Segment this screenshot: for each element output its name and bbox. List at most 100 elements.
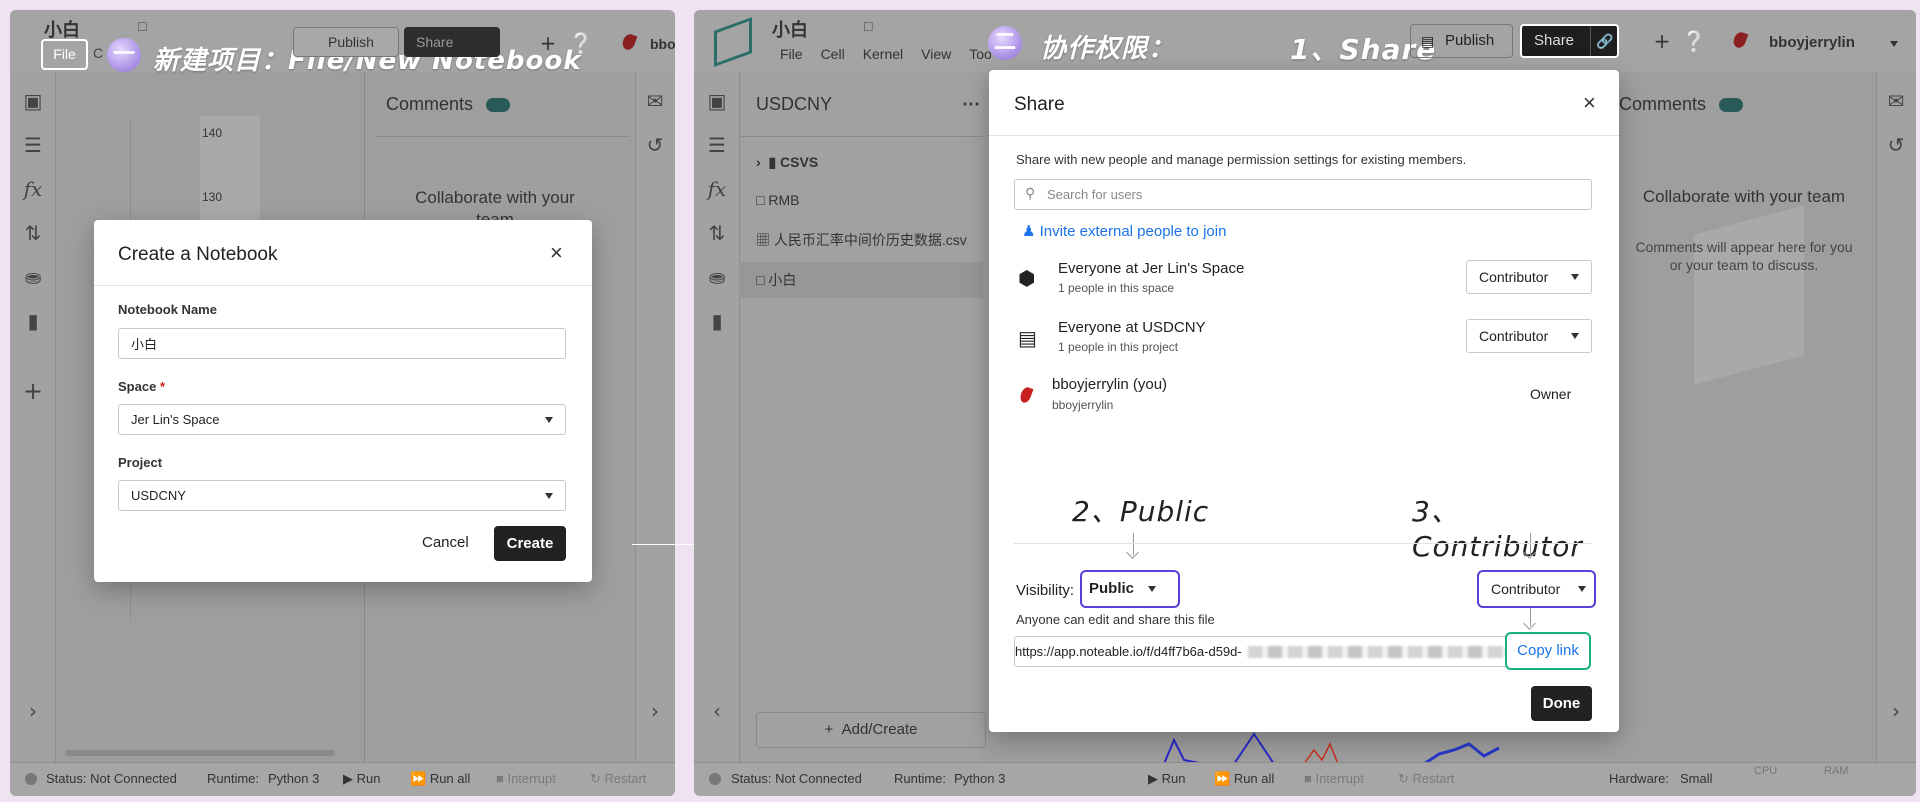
chevron-down-icon[interactable] <box>1890 41 1898 47</box>
publish-button[interactable]: ▤ Publish <box>1410 24 1513 58</box>
share-button[interactable]: Share <box>404 27 500 57</box>
run-button[interactable]: ▶ Run <box>1148 771 1185 787</box>
runtime-label: Runtime: <box>207 771 260 786</box>
close-icon[interactable]: × <box>550 240 563 266</box>
sidebar-title: USDCNY <box>756 94 833 114</box>
visibility-select[interactable]: Public <box>1080 570 1180 608</box>
files-icon[interactable]: ▣ <box>19 90 47 112</box>
visibility-role: Contributor <box>1491 581 1561 597</box>
function-icon[interactable]: fx <box>19 178 47 200</box>
ram-label: RAM <box>1824 765 1849 777</box>
file-item-csvs[interactable]: › ▮ CSVS <box>756 154 818 171</box>
step-two-annotation: 协作权限： <box>1040 34 1176 64</box>
invite-external-link[interactable]: ♟ Invite external people to join <box>1022 222 1226 240</box>
owner-role: Owner <box>1530 386 1572 402</box>
notebook-name-input[interactable]: 小白 <box>118 328 566 359</box>
member-role-select[interactable]: Contributor <box>1466 260 1592 294</box>
sliders-icon[interactable]: ⇅ <box>703 222 731 244</box>
menu-cell[interactable]: Cell <box>821 46 845 62</box>
expand-left-icon[interactable]: › <box>19 700 47 722</box>
chat-icon[interactable]: ✉ <box>1882 90 1910 112</box>
comments-desc-text: Comments will appear here for you or you… <box>1635 239 1853 273</box>
interrupt-button[interactable]: ■ Interrupt <box>496 771 556 786</box>
left-screenshot-panel: 小白 □ File C 一 新建项目：File/New Notebook Pub… <box>10 10 675 796</box>
modal-divider <box>989 135 1619 136</box>
contributor-annotation: 3、Contributor <box>1412 495 1583 563</box>
run-all-button[interactable]: ⏩ Run all <box>410 771 470 787</box>
collapse-icon[interactable]: ‹ <box>703 700 731 722</box>
file-menu[interactable]: File <box>41 39 88 70</box>
file-item-rmb[interactable]: □ RMB <box>756 192 799 208</box>
project-select[interactable]: USDCNY <box>118 480 566 511</box>
user-name[interactable]: bbo <box>650 36 675 52</box>
menu-view[interactable]: View <box>921 46 951 62</box>
done-button[interactable]: Done <box>1531 686 1592 721</box>
publish-button[interactable]: Publish <box>293 27 399 57</box>
file-item-csv[interactable]: ▦ 人民币汇率中间价历史数据.csv <box>756 230 967 250</box>
visibility-role-select[interactable]: Contributor <box>1477 570 1596 608</box>
add-icon[interactable]: + <box>19 379 47 403</box>
space-select[interactable]: Jer Lin's Space <box>118 404 566 435</box>
expand-right-icon[interactable]: › <box>1882 700 1910 722</box>
notebook-title: 小白 <box>772 20 808 40</box>
history-icon[interactable]: ↺ <box>1882 134 1910 156</box>
list-icon[interactable]: ☰ <box>19 134 47 156</box>
share-button[interactable]: Share 🔗 <box>1520 24 1619 58</box>
cancel-button[interactable]: Cancel <box>422 534 469 551</box>
chevron-down-icon <box>1571 333 1579 339</box>
comments-toggle[interactable] <box>486 98 510 112</box>
database-icon[interactable]: ⛂ <box>703 266 731 288</box>
icon-rail <box>10 72 56 762</box>
menu-file[interactable]: File <box>780 46 803 62</box>
menu-bar: File Cell Kernel View Tools <box>780 46 991 62</box>
run-button[interactable]: ▶ Run <box>343 771 380 787</box>
add-create-button[interactable]: + Add/Create <box>756 712 986 748</box>
expand-right-icon[interactable]: › <box>641 700 669 722</box>
modal-divider <box>94 285 592 286</box>
cell-menu-partial[interactable]: C <box>93 45 103 61</box>
function-icon[interactable]: fx <box>703 178 731 200</box>
help-icon[interactable]: ❔ <box>567 32 595 54</box>
plus-icon[interactable]: + <box>534 32 562 54</box>
files-icon[interactable]: ▣ <box>703 90 731 112</box>
restart-label: Restart <box>1412 771 1455 786</box>
user-name[interactable]: bboyjerrylin <box>1769 34 1855 51</box>
horizontal-scrollbar[interactable] <box>65 750 335 756</box>
step-two-badge: 二 <box>988 26 1022 60</box>
chevron-down-icon <box>1578 586 1586 592</box>
sliders-icon[interactable]: ⇅ <box>19 222 47 244</box>
axis-tick-130: 130 <box>202 190 223 204</box>
share-link-field[interactable]: https://app.noteable.io/f/d4ff7b6a-d59d- <box>1014 636 1578 667</box>
chart-line-red <box>1303 742 1339 764</box>
restart-button[interactable]: ↻ Restart <box>1398 771 1454 787</box>
list-icon[interactable]: ☰ <box>703 134 731 156</box>
document-icon: □ <box>864 18 873 34</box>
arrow-down-icon <box>1530 533 1531 555</box>
run-all-button[interactable]: ⏩ Run all <box>1214 771 1274 787</box>
lock-icon[interactable]: ▮ <box>19 310 47 332</box>
search-users-input[interactable]: ⚲ Search for users <box>1014 179 1592 210</box>
more-icon[interactable]: ⋯ <box>962 94 980 115</box>
restart-button[interactable]: ↻ Restart <box>590 771 646 787</box>
run-label: Run <box>356 771 381 786</box>
share-link-value: https://app.noteable.io/f/d4ff7b6a-d59d- <box>1015 644 1242 659</box>
history-icon[interactable]: ↺ <box>641 134 669 156</box>
comments-toggle[interactable] <box>1719 98 1743 112</box>
create-button[interactable]: Create <box>494 526 566 561</box>
help-icon[interactable]: ❔ <box>1680 30 1708 52</box>
menu-kernel[interactable]: Kernel <box>863 46 903 62</box>
chat-icon[interactable]: ✉ <box>641 90 669 112</box>
plus-icon[interactable]: + <box>1648 30 1676 52</box>
file-item-xiaobai[interactable]: □ 小白 <box>756 270 796 290</box>
interrupt-button[interactable]: ■ Interrupt <box>1304 771 1364 786</box>
member-name: bboyjerrylin (you) <box>1052 376 1168 393</box>
database-icon[interactable]: ⛂ <box>19 266 47 288</box>
step-one-badge: 一 <box>107 38 141 72</box>
file-sidebar <box>741 72 983 762</box>
close-icon[interactable]: × <box>1583 90 1596 116</box>
lock-icon[interactable]: ▮ <box>703 310 731 332</box>
member-role-select[interactable]: Contributor <box>1466 319 1592 353</box>
copy-link-button[interactable]: Copy link <box>1505 632 1591 670</box>
comments-collab-text: Collaborate with your team <box>1642 187 1846 206</box>
chart-peek <box>1164 732 1500 764</box>
